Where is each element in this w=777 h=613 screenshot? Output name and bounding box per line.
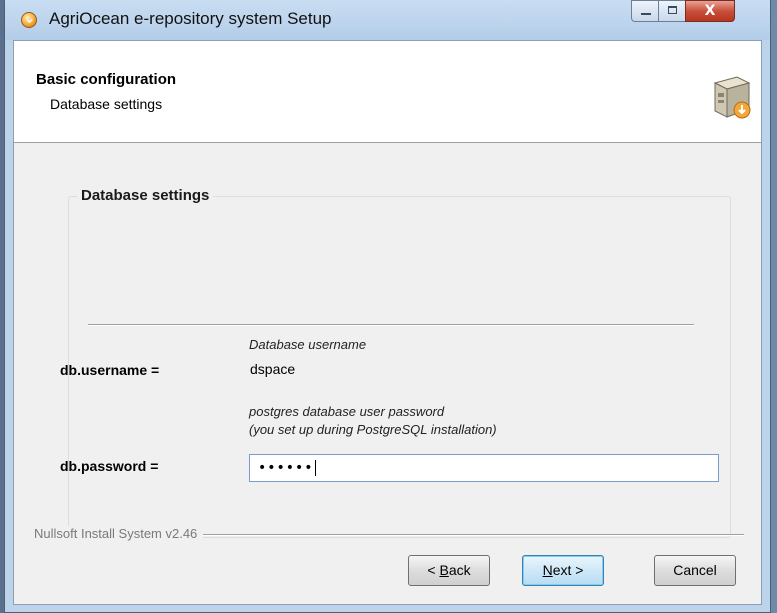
setup-window: AgriOcean e-repository system Setup X Ba… [4,0,771,613]
close-icon: X [704,3,716,19]
password-masked-value: •••••• [258,460,314,476]
page-subtitle: Database settings [50,96,163,112]
window-title: AgriOcean e-repository system Setup [49,9,332,28]
page-title: Basic configuration [36,71,177,88]
cancel-button[interactable]: Cancel [654,555,736,586]
separator-line [88,324,694,326]
maximize-icon [668,6,677,14]
back-button-accel: B [439,562,449,578]
username-label: db.username = [60,362,160,378]
maximize-button[interactable] [658,0,686,22]
next-button[interactable]: Next > [522,555,604,586]
back-button-label: ack [448,562,471,578]
password-input[interactable]: •••••• [249,454,719,482]
database-settings-group: Database settings [68,187,731,538]
password-label: db.password = [60,458,159,474]
group-title: Database settings [77,187,214,204]
next-button-accel: N [542,562,553,578]
title-bar[interactable]: AgriOcean e-repository system Setup X [5,0,770,40]
minimize-button[interactable] [631,0,659,22]
minimize-icon [641,13,651,15]
username-value: dspace [250,361,296,377]
next-button-label: ext > [552,562,584,578]
setup-app-icon[interactable] [21,12,37,28]
installer-client-area: Basic configuration Database settings Da… [13,40,762,605]
close-button[interactable]: X [685,0,735,22]
back-button-prefix: < [427,562,440,578]
username-description: Database username [249,337,367,352]
nsis-branding: Nullsoft Install System v2.46 [34,526,204,541]
password-description-line2: (you set up during PostgreSQL installati… [249,422,497,437]
password-description-line1: postgres database user password [249,404,445,419]
installer-box-icon [713,76,751,119]
back-button[interactable]: < Back [408,555,490,586]
text-caret [314,460,316,476]
page-header: Basic configuration Database settings [14,41,761,143]
